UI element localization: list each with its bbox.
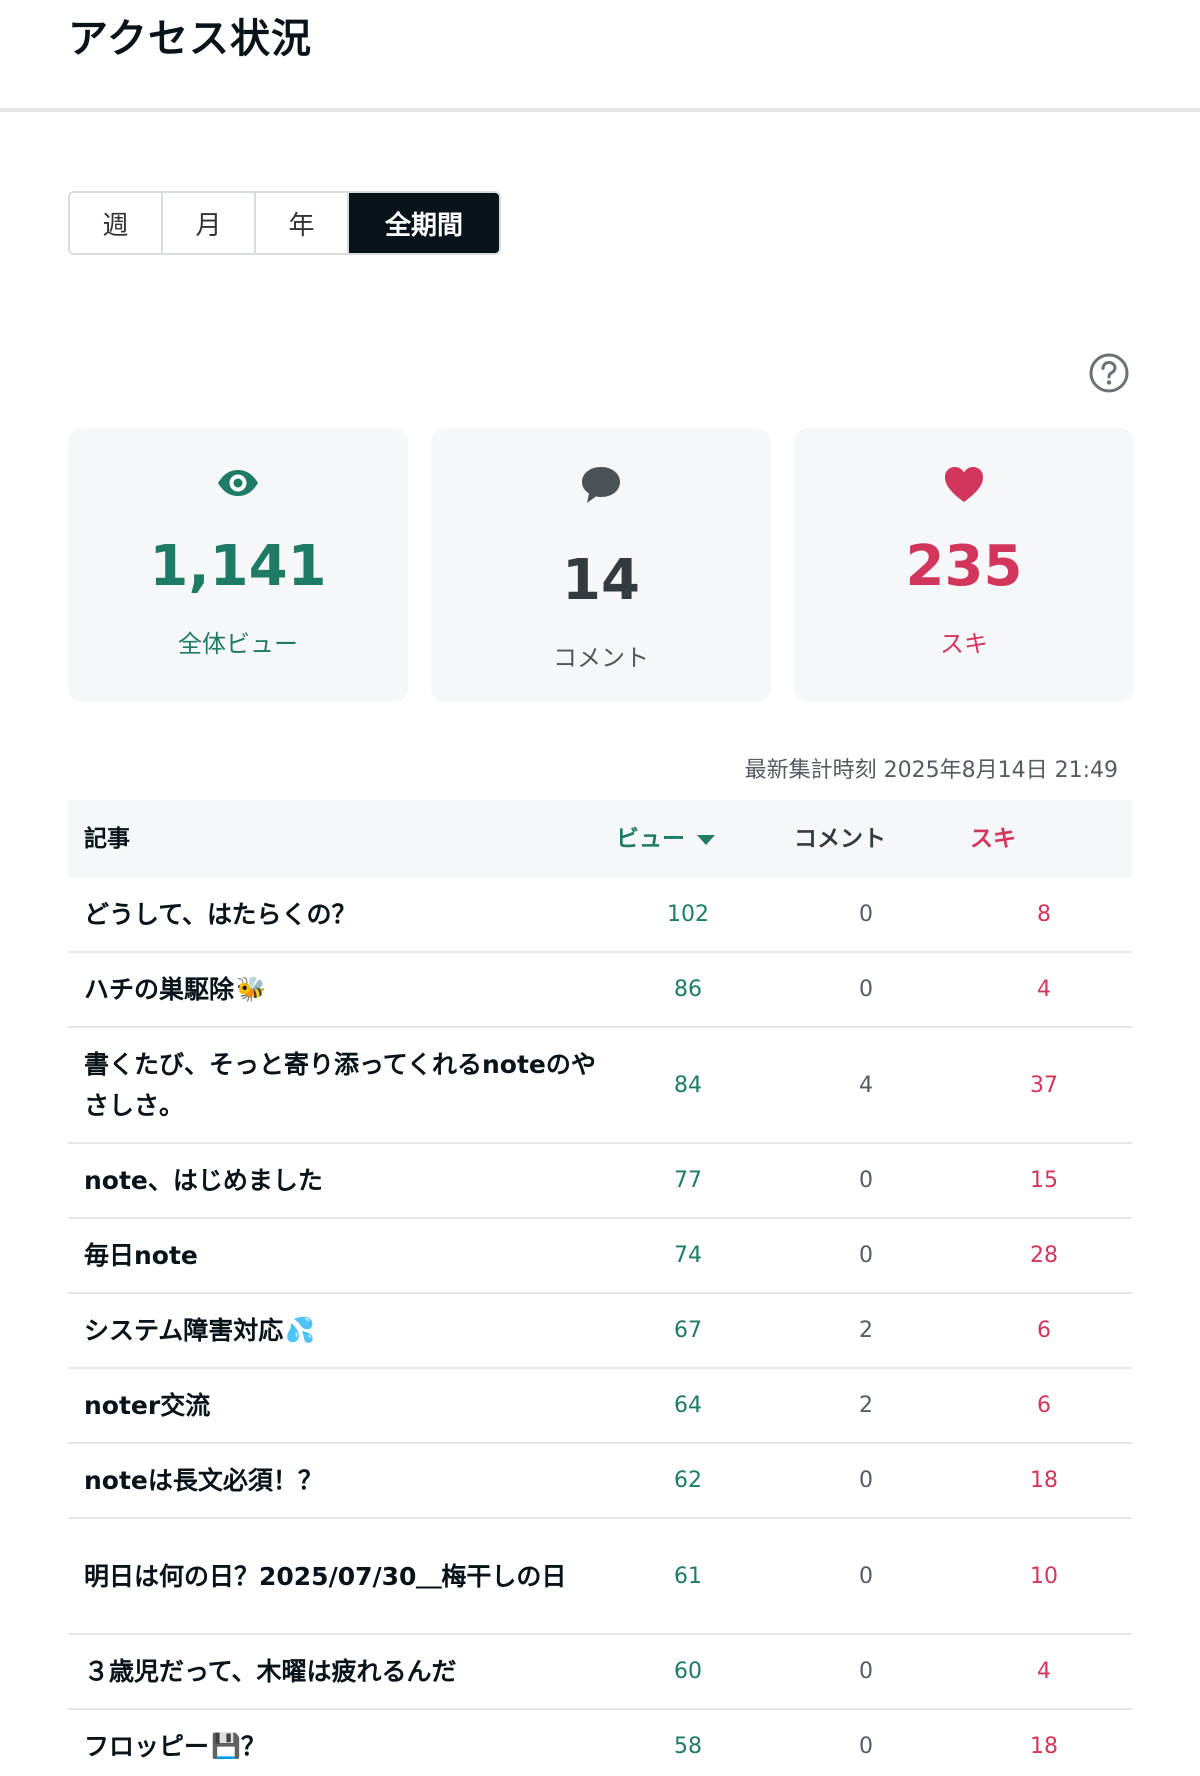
article-title[interactable]: どうして、はたらくの？ xyxy=(84,878,604,951)
article-title[interactable]: システム障害対応 💦 xyxy=(84,1294,604,1367)
comments-card: 14 コメント xyxy=(431,428,771,702)
column-views[interactable]: ビュー xyxy=(616,800,715,878)
total-views-card: 1,141 全体ビュー xyxy=(68,428,408,702)
table-row: 明日は何の日？2025/07/30＿梅干しの日 61 0 10 xyxy=(68,1519,1132,1635)
tab-year[interactable]: 年 xyxy=(256,193,349,253)
likes-value: 235 xyxy=(905,534,1023,599)
row-comments: 0 xyxy=(859,1734,873,1759)
row-comments: 0 xyxy=(859,1659,873,1684)
row-likes: 10 xyxy=(1030,1563,1058,1589)
article-title[interactable]: フロッピー 💾？ xyxy=(84,1710,604,1776)
row-likes: 18 xyxy=(1030,1468,1058,1493)
article-title[interactable]: ３歳児だって、木曜は疲れるんだ xyxy=(84,1635,604,1708)
article-title[interactable]: noteは長文必須！？ xyxy=(84,1444,604,1517)
row-likes: 6 xyxy=(1037,1393,1051,1418)
table-header: 記事 ビュー コメント スキ xyxy=(68,800,1132,878)
likes-card: 235 スキ xyxy=(794,428,1134,702)
table-row: どうして、はたらくの？ 102 0 8 xyxy=(68,878,1132,953)
tab-all-time[interactable]: 全期間 xyxy=(349,193,499,253)
tab-month[interactable]: 月 xyxy=(163,193,256,253)
row-likes: 18 xyxy=(1030,1734,1058,1759)
column-comments[interactable]: コメント xyxy=(794,800,886,878)
column-likes[interactable]: スキ xyxy=(970,800,1016,878)
row-views: 86 xyxy=(674,977,702,1002)
row-comments: 0 xyxy=(859,1168,873,1193)
help-icon[interactable] xyxy=(1088,352,1130,394)
article-title[interactable]: note、はじめました xyxy=(84,1144,604,1217)
sort-down-icon xyxy=(697,834,715,845)
page-title: アクセス状況 xyxy=(68,16,312,62)
table-row: noter交流 64 2 6 xyxy=(68,1369,1132,1444)
row-views: 58 xyxy=(674,1734,702,1759)
row-likes: 4 xyxy=(1037,1659,1051,1684)
comments-label: コメント xyxy=(553,644,649,672)
row-views: 62 xyxy=(674,1468,702,1493)
row-comments: 0 xyxy=(859,1243,873,1268)
row-views: 74 xyxy=(674,1243,702,1268)
row-views: 77 xyxy=(674,1168,702,1193)
row-views: 60 xyxy=(674,1659,702,1684)
row-likes: 37 xyxy=(1030,1072,1058,1098)
period-tabs: 週 月 年 全期間 xyxy=(68,191,501,255)
row-likes: 6 xyxy=(1037,1318,1051,1343)
row-likes: 15 xyxy=(1030,1168,1058,1193)
row-comments: 0 xyxy=(859,1468,873,1493)
articles-table: 記事 ビュー コメント スキ どうして、はたらくの？ 102 0 8 ハチの巣駆… xyxy=(68,800,1132,1776)
column-article: 記事 xyxy=(84,826,130,852)
last-updated: 最新集計時刻 2025年8月14日 21:49 xyxy=(744,758,1118,783)
total-views-label: 全体ビュー xyxy=(178,630,298,658)
row-likes: 8 xyxy=(1037,902,1051,927)
row-comments: 0 xyxy=(859,1563,873,1589)
floppy-disk-icon: 💾 xyxy=(211,1732,241,1760)
likes-label: スキ xyxy=(940,630,988,658)
row-views: 67 xyxy=(674,1318,702,1343)
table-row: noteは長文必須！？ 62 0 18 xyxy=(68,1444,1132,1519)
table-row: システム障害対応 💦 67 2 6 xyxy=(68,1294,1132,1369)
row-views: 84 xyxy=(674,1072,702,1098)
table-row: note、はじめました 77 0 15 xyxy=(68,1144,1132,1219)
row-comments: 0 xyxy=(859,902,873,927)
row-views: 61 xyxy=(674,1563,702,1589)
row-likes: 28 xyxy=(1030,1243,1058,1268)
table-row: 書くたび、そっと寄り添ってくれるnoteのやさしさ。 84 4 37 xyxy=(68,1028,1132,1144)
table-row: ハチの巣駆除 🐝 86 0 4 xyxy=(68,953,1132,1028)
tab-week[interactable]: 週 xyxy=(70,193,163,253)
row-views: 102 xyxy=(667,902,709,927)
heart-icon xyxy=(945,467,983,502)
article-title[interactable]: 明日は何の日？2025/07/30＿梅干しの日 xyxy=(84,1519,604,1633)
bee-icon: 🐝 xyxy=(236,975,266,1003)
speech-bubble-icon xyxy=(582,467,620,503)
row-comments: 2 xyxy=(859,1393,873,1418)
row-comments: 0 xyxy=(859,977,873,1002)
comments-value: 14 xyxy=(562,548,640,613)
row-comments: 4 xyxy=(859,1072,873,1098)
article-title[interactable]: ハチの巣駆除 🐝 xyxy=(84,953,604,1026)
eye-icon xyxy=(218,470,258,496)
total-views-value: 1,141 xyxy=(149,534,327,599)
page-header: アクセス状況 xyxy=(0,0,1200,112)
row-comments: 2 xyxy=(859,1318,873,1343)
table-row: フロッピー 💾？ 58 0 18 xyxy=(68,1710,1132,1776)
article-title[interactable]: 書くたび、そっと寄り添ってくれるnoteのやさしさ。 xyxy=(84,1028,604,1142)
column-views-label: ビュー xyxy=(616,826,685,852)
table-row: 毎日note 74 0 28 xyxy=(68,1219,1132,1294)
row-views: 64 xyxy=(674,1393,702,1418)
table-row: ３歳児だって、木曜は疲れるんだ 60 0 4 xyxy=(68,1635,1132,1710)
article-title[interactable]: noter交流 xyxy=(84,1369,604,1442)
row-likes: 4 xyxy=(1037,977,1051,1002)
article-title[interactable]: 毎日note xyxy=(84,1219,604,1292)
sweat-droplets-icon: 💦 xyxy=(285,1316,316,1344)
